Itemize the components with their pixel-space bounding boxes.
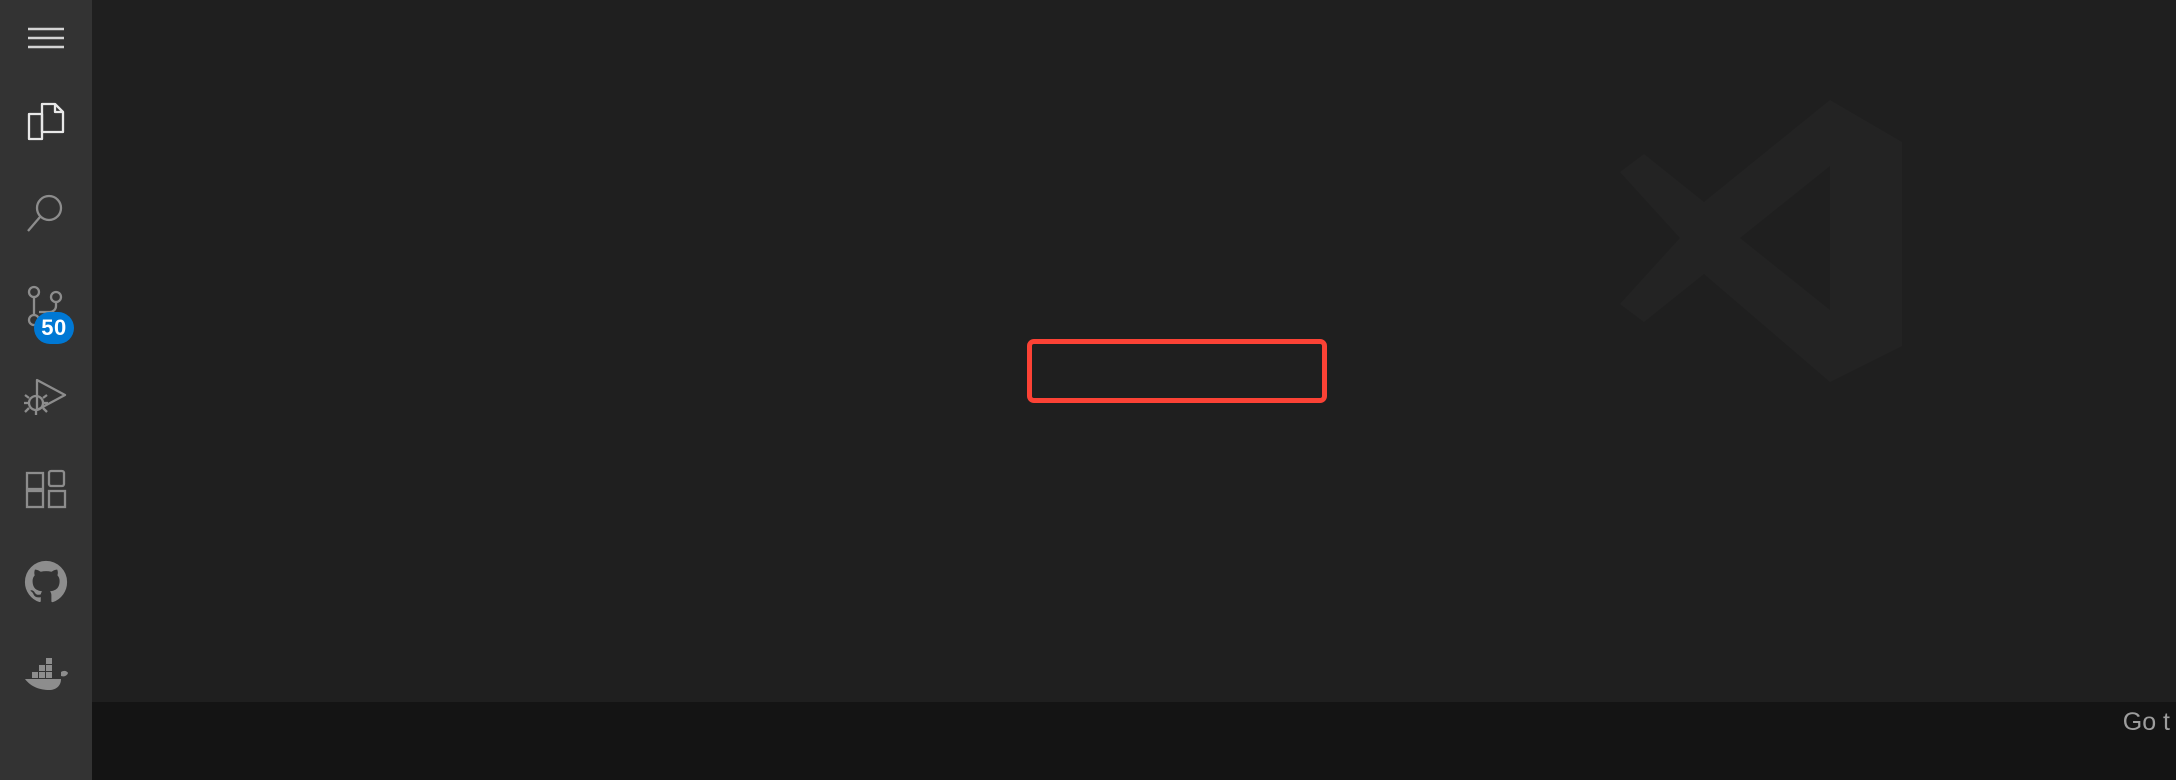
activity-bar-item-github[interactable] — [0, 536, 92, 628]
activity-bar-item-application-menu[interactable] — [0, 0, 92, 76]
activity-bar-item-source-control[interactable]: 50 — [0, 260, 92, 352]
docker-icon — [25, 658, 68, 690]
source-control-badge: 50 — [34, 312, 74, 344]
editor-background — [92, 0, 2176, 780]
vscode-window: Go t 50 — [0, 0, 2176, 780]
editor-footer-strip — [92, 702, 2176, 780]
activity-bar-item-search[interactable] — [0, 168, 92, 260]
activity-bar-item-explorer[interactable] — [0, 76, 92, 168]
search-icon — [27, 194, 63, 232]
go-to-file-hint: Go t — [2122, 708, 2170, 736]
hamburger-menu-icon — [28, 27, 64, 49]
files-explorer-icon — [27, 102, 65, 141]
activity-bar-item-run-and-debug[interactable] — [0, 352, 92, 444]
activity-bar-item-docker[interactable] — [0, 628, 92, 720]
extensions-icon — [25, 469, 67, 509]
activity-bar: 50 — [0, 0, 92, 780]
activity-bar-item-extensions[interactable] — [0, 444, 92, 536]
vscode-watermark-icon — [1620, 100, 1902, 382]
github-icon — [24, 560, 68, 603]
run-and-debug-icon — [24, 378, 67, 415]
